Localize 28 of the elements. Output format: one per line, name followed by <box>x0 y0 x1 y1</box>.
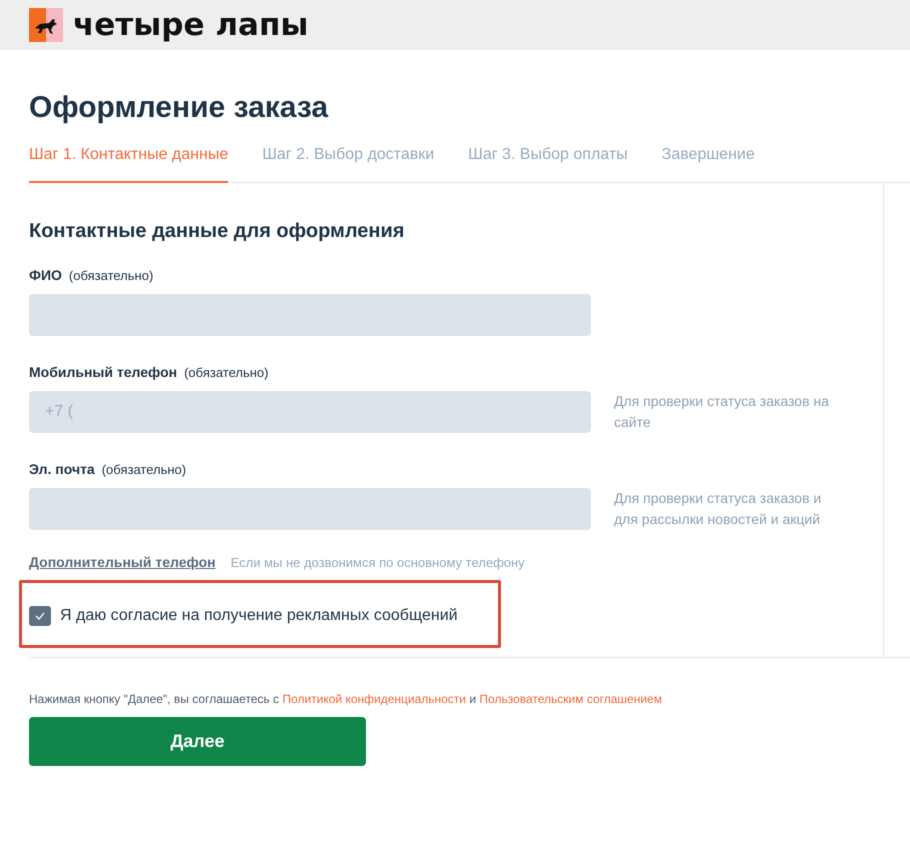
field-hint: Для проверки статуса заказов и для рассылки новостей и акций <box>614 489 822 529</box>
field-label: ФИО <box>29 267 62 283</box>
step-tab[interactable]: Шаг 3. Выбор оплаты <box>468 142 628 183</box>
page-title: Оформление заказа <box>29 90 330 126</box>
input-field[interactable]: +7 ( <box>29 391 591 433</box>
next-button[interactable]: Далее <box>29 717 366 766</box>
consent-checkbox[interactable] <box>29 606 51 626</box>
logo-icon <box>29 8 63 42</box>
required-note: (обязательно) <box>184 365 268 380</box>
section-title: Контактные данные для оформления <box>29 219 406 243</box>
input-field[interactable] <box>29 294 591 336</box>
step-tab[interactable]: Шаг 2. Выбор доставки <box>262 142 434 183</box>
step-tab[interactable]: Шаг 1. Контактные данные <box>29 142 228 183</box>
required-note: (обязательно) <box>68 268 154 283</box>
add-phone-note: Если мы не дозвонимся по основному телефону <box>230 555 525 570</box>
logo-text[interactable]: четыре лапы <box>73 6 308 44</box>
field-hint: Для проверки статуса заказов на сайте <box>614 392 830 432</box>
consent-label: Я даю согласие на получение рекламных сообщений <box>60 607 458 625</box>
policy-link[interactable]: Политикой конфиденциальности <box>282 692 466 706</box>
input-field[interactable] <box>29 488 591 530</box>
required-note: (обязательно) <box>102 462 186 477</box>
step-tab[interactable]: Завершение <box>662 142 755 183</box>
field-label: Эл. почта <box>29 461 95 477</box>
field-label: Мобильный телефон <box>29 364 178 380</box>
add-phone-link[interactable]: Дополнительный телефон <box>29 554 216 570</box>
check-icon <box>35 612 45 620</box>
legal-note: Нажимая кнопку "Далее", вы соглашаетесь с Политикой конфиденциальности и Пользовательским соглашением <box>29 692 663 706</box>
policy-link[interactable]: Пользовательским соглашением <box>479 692 662 706</box>
